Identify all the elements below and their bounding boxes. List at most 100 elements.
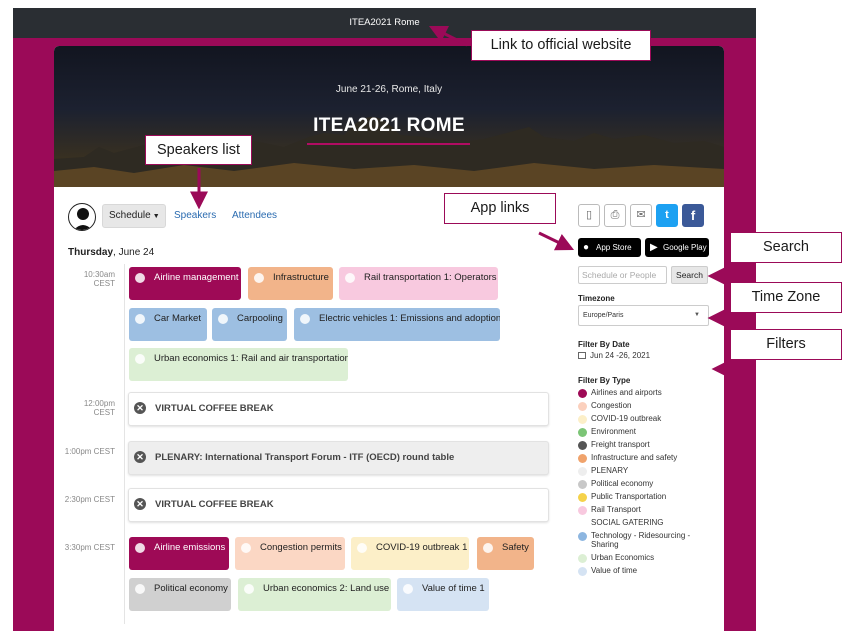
- session-chip[interactable]: Safety: [477, 537, 534, 570]
- official-website-link[interactable]: ITEA2021 Rome: [13, 17, 756, 28]
- session-dot: [135, 314, 145, 324]
- google-play-label: Google Play: [663, 243, 707, 252]
- calendar-icon: [578, 352, 586, 359]
- date-filter[interactable]: Jun 24 -26, 2021: [578, 351, 650, 360]
- coffee-break-card[interactable]: ✕ VIRTUAL COFFEE BREAK: [128, 488, 549, 522]
- type-color-dot: [578, 441, 587, 450]
- session-dot: [357, 543, 367, 553]
- speakers-link[interactable]: Speakers: [174, 210, 216, 221]
- break-icon: ✕: [134, 498, 146, 510]
- session-dot: [135, 543, 145, 553]
- session-chip[interactable]: Airline emissions: [129, 537, 229, 570]
- app-store-button[interactable]: ● App Store: [578, 238, 641, 257]
- caret-down-icon: ▼: [152, 213, 160, 220]
- coffee-break-card[interactable]: ✕ VIRTUAL COFFEE BREAK: [128, 392, 549, 426]
- type-color-dot: [578, 454, 587, 463]
- session-chip[interactable]: Political economy: [129, 578, 231, 611]
- schedule-dropdown-button[interactable]: Schedule ▼: [102, 204, 166, 228]
- type-color-dot: [578, 532, 587, 541]
- session-dot: [244, 584, 254, 594]
- session-chip[interactable]: Electric vehicles 1: Emissions and adopt…: [294, 308, 500, 341]
- session-chip[interactable]: Rail transportation 1: Operators: [339, 267, 498, 300]
- filter-type-label-text: PLENARY: [591, 466, 629, 475]
- session-chip[interactable]: Value of time 1: [397, 578, 489, 611]
- session-dot: [254, 273, 264, 283]
- session-dot: [218, 314, 228, 324]
- session-chip[interactable]: Car Market: [129, 308, 207, 341]
- time-zone-text: CEST: [93, 279, 115, 288]
- facebook-icon[interactable]: f: [682, 204, 704, 227]
- time-slot-1530: 3:30pm CEST: [64, 543, 115, 552]
- filter-type-label-text: Congestion: [591, 401, 632, 410]
- event-dates: June 21-26, Rome, Italy: [335, 84, 443, 95]
- session-dot: [135, 354, 145, 364]
- filter-type-label-text: Public Transportation: [591, 492, 667, 501]
- type-color-dot: [578, 415, 587, 424]
- session-label: Urban economics 1: Rail and air transpor…: [154, 353, 348, 364]
- filter-type-label: Filter By Type: [578, 376, 631, 385]
- search-input[interactable]: [578, 266, 667, 284]
- type-color-dot: [578, 554, 587, 563]
- session-dot: [300, 314, 310, 324]
- session-label: Urban economics 2: Land use: [263, 583, 390, 594]
- session-dot: [241, 543, 251, 553]
- session-label: Airline emissions: [154, 542, 226, 553]
- session-dot: [345, 273, 355, 283]
- filter-type-label-text: Technology - Ridesourcing - Sharing: [591, 531, 691, 549]
- filter-type-label-text: Value of time: [591, 566, 638, 575]
- day-weekday: Thursday: [68, 247, 114, 258]
- session-label: Electric vehicles 1: Emissions and adopt…: [319, 313, 500, 324]
- session-chip[interactable]: Airline management: [129, 267, 241, 300]
- filter-type-label-text: Urban Economics: [591, 553, 655, 562]
- email-icon[interactable]: ✉: [630, 204, 652, 227]
- session-label: Infrastructure: [273, 272, 329, 283]
- avatar[interactable]: [68, 203, 96, 231]
- event-title: ITEA2021 ROME: [313, 115, 465, 136]
- type-color-dot: [578, 389, 587, 398]
- search-button[interactable]: Search: [671, 266, 708, 284]
- session-label: Congestion permits: [260, 542, 342, 553]
- apple-icon: ●: [583, 242, 590, 253]
- google-play-button[interactable]: ▶ Google Play: [645, 238, 709, 257]
- session-label: COVID-19 outbreak 1: [376, 542, 468, 553]
- break-icon: ✕: [134, 451, 146, 463]
- time-slot-1430: 2:30pm CEST: [64, 495, 115, 504]
- session-chip[interactable]: Urban economics 1: Rail and air transpor…: [129, 348, 348, 381]
- type-color-dot: [578, 519, 587, 528]
- session-chip[interactable]: Congestion permits: [235, 537, 345, 570]
- twitter-icon[interactable]: t: [656, 204, 678, 227]
- filter-type-label-text: Airlines and airports: [591, 388, 662, 397]
- plenary-card[interactable]: ✕ PLENARY: International Transport Forum …: [128, 441, 549, 475]
- timeline-divider: [124, 264, 125, 624]
- type-color-dot: [578, 402, 587, 411]
- callout-app-links: App links: [444, 193, 556, 224]
- callout-time-zone: Time Zone: [730, 282, 842, 313]
- session-chip[interactable]: Infrastructure: [248, 267, 333, 300]
- title-underline: [307, 143, 470, 145]
- time-text: 12:00pm: [83, 399, 115, 408]
- day-date: , June 24: [113, 247, 155, 258]
- session-chip[interactable]: Urban economics 2: Land use: [238, 578, 391, 611]
- mobile-icon[interactable]: ▯: [578, 204, 600, 227]
- session-label: Value of time 1: [422, 583, 485, 594]
- session-label: Rail transportation 1: Operators: [364, 272, 497, 283]
- hero-banner: June 21-26, Rome, Italy ITEA2021 ROME: [54, 46, 724, 187]
- type-color-dot: [578, 428, 587, 437]
- session-chip[interactable]: Carpooling: [212, 308, 287, 341]
- break-label: PLENARY: International Transport Forum -…: [155, 452, 455, 463]
- timezone-select[interactable]: Europe/Paris ▼: [578, 305, 709, 326]
- session-dot: [135, 273, 145, 283]
- time-slot-1300: 1:00pm CEST: [64, 447, 115, 456]
- attendees-link[interactable]: Attendees: [232, 210, 277, 221]
- session-dot: [403, 584, 413, 594]
- app-store-label: App Store: [596, 243, 632, 252]
- print-icon[interactable]: ⎙: [604, 204, 626, 227]
- filter-type-label-text: Rail Transport: [591, 505, 641, 514]
- type-color-dot: [578, 567, 587, 576]
- schedule-label: Schedule: [109, 210, 151, 221]
- callout-filters: Filters: [730, 329, 842, 360]
- filter-type-label-text: Environment: [591, 427, 636, 436]
- filter-type-label-text: COVID-19 outbreak: [591, 414, 662, 423]
- session-chip[interactable]: COVID-19 outbreak 1: [351, 537, 469, 570]
- date-filter-value: Jun 24 -26, 2021: [590, 351, 651, 360]
